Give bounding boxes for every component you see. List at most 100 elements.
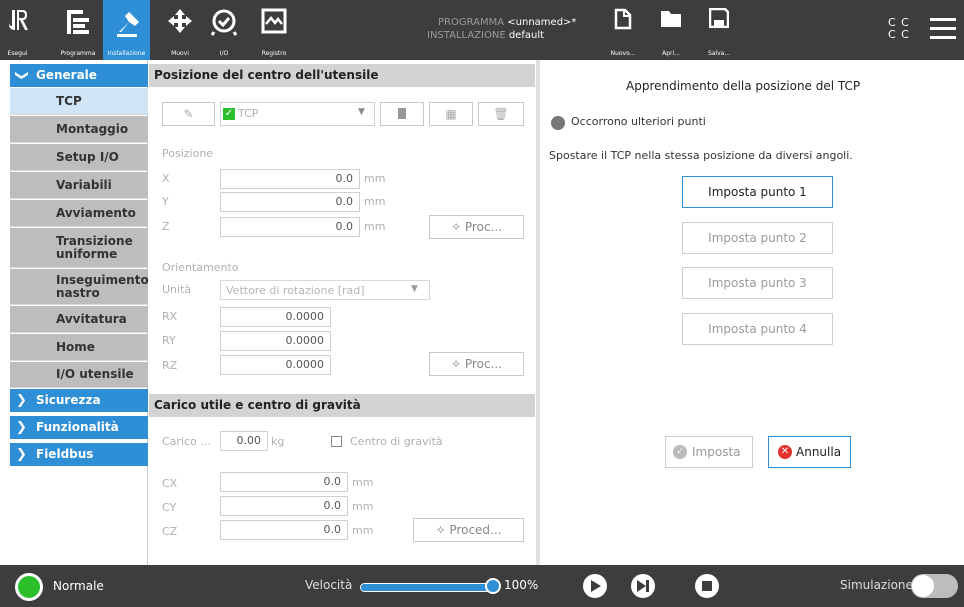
dropdown-arrow-icon: ▼ <box>358 107 365 117</box>
stop-button[interactable] <box>695 574 719 598</box>
payload-unit: kg <box>271 435 285 448</box>
io-icon <box>210 9 238 36</box>
speed-slider-handle[interactable] <box>485 578 501 594</box>
cy-unit: mm <box>352 500 374 513</box>
sidebar-section-funzionalita[interactable]: ❯ Funzionalità <box>10 416 148 439</box>
nav-io[interactable]: I/O <box>204 0 244 60</box>
nav-registro[interactable]: Registro <box>253 0 295 60</box>
simulation-toggle[interactable] <box>911 574 958 598</box>
grid-icon: ▦ <box>445 107 457 121</box>
payload-proc-button[interactable]: ✧ Proced... <box>413 518 524 542</box>
sidebar-section-generale[interactable]: ❯ Generale <box>10 64 148 87</box>
bookmark-icon <box>398 108 406 119</box>
payload-panel-title: Carico utile e centro di gravità <box>149 394 535 417</box>
sidebar-item-transizione-uniforme[interactable]: Transizione uniforme <box>10 228 148 268</box>
cy-field[interactable]: 0.0 <box>220 496 348 516</box>
save-button[interactable]: Salva... <box>701 0 737 60</box>
nav-programma[interactable]: Programma <box>56 0 100 60</box>
installation-icon <box>116 12 139 37</box>
rz-label: RZ <box>162 359 178 372</box>
step-icon <box>637 580 646 592</box>
new-button[interactable]: Nuovo... <box>606 0 640 60</box>
check-circle-icon: ✓ <box>673 445 687 459</box>
chevron-right-icon: ❯ <box>16 447 27 462</box>
annulla-button[interactable]: ✕ Annulla <box>768 436 851 468</box>
y-field[interactable]: 0.0 <box>220 192 360 212</box>
cc-indicator[interactable]: C C C C <box>888 17 910 41</box>
close-circle-icon: ✕ <box>778 445 792 459</box>
simulation-label: Simulazione <box>840 578 913 592</box>
sidebar-section-sicurezza[interactable]: ❯ Sicurezza <box>10 389 148 412</box>
play-button[interactable] <box>583 574 607 598</box>
grid-tcp-button[interactable]: ▦ <box>429 102 473 126</box>
status-dot-icon <box>551 116 565 130</box>
log-icon <box>261 8 287 34</box>
nav-esegui[interactable]: Esegui <box>0 0 35 60</box>
header-bar: Esegui Programma Installazione Muovi I/O… <box>0 0 964 60</box>
sidebar-item-variabili[interactable]: Variabili <box>10 172 148 199</box>
sidebar-item-montaggio[interactable]: Montaggio <box>10 116 148 143</box>
z-field[interactable]: 0.0 <box>220 217 360 237</box>
sidebar-item-inseguimento-nastro[interactable]: Inseguimento nastro <box>10 269 149 305</box>
units-select[interactable]: Vettore di rotazione [rad] ▼ <box>220 280 430 300</box>
teach-panel-title: Apprendimento della posizione del TCP <box>626 79 861 93</box>
hamburger-menu-icon[interactable] <box>930 18 956 39</box>
mode-label: Normale <box>53 579 104 593</box>
position-proc-button[interactable]: ✧ Proc... <box>429 215 524 239</box>
imposta-button[interactable]: ✓ Imposta <box>665 436 753 468</box>
ry-field[interactable]: 0.0000 <box>220 331 331 351</box>
tcp-panel-title: Posizione del centro dell'utensile <box>149 64 535 87</box>
nav-muovi[interactable]: Muovi <box>160 0 200 60</box>
step-button[interactable] <box>631 574 655 598</box>
sidebar-item-avviamento[interactable]: Avviamento <box>10 200 148 227</box>
rx-field[interactable]: 0.0000 <box>220 307 331 327</box>
speed-slider[interactable] <box>360 583 496 592</box>
rx-label: RX <box>162 310 178 323</box>
chevron-down-icon: ❯ <box>13 70 29 81</box>
set-point-2-button[interactable]: Imposta punto 2 <box>682 222 833 254</box>
set-point-1-button[interactable]: Imposta punto 1 <box>682 176 833 208</box>
set-point-3-button[interactable]: Imposta punto 3 <box>682 267 833 299</box>
magic-wand-icon: ✧ <box>435 523 446 537</box>
open-button[interactable]: Apri... <box>654 0 688 60</box>
orientation-label: Orientamento <box>162 261 239 274</box>
program-info: PROGRAMMA <unnamed>* <box>438 17 577 28</box>
set-point-4-button[interactable]: Imposta punto 4 <box>682 313 833 345</box>
sidebar-item-home[interactable]: Home <box>10 334 148 361</box>
nav-installazione[interactable]: Installazione <box>103 0 150 60</box>
cz-label: CZ <box>162 525 178 538</box>
delete-tcp-button[interactable]: 🗑 <box>478 102 524 126</box>
y-label: Y <box>162 195 169 208</box>
y-unit: mm <box>364 195 386 208</box>
edit-tcp-button[interactable]: ✎ <box>162 102 215 126</box>
sidebar-item-setup-io[interactable]: Setup I/O <box>10 144 148 171</box>
folder-icon <box>661 11 681 27</box>
ur-logo-icon <box>8 10 28 30</box>
cy-label: CY <box>162 501 177 514</box>
sidebar-item-io-utensile[interactable]: I/O utensile <box>10 362 148 388</box>
payload-field[interactable]: 0.00 <box>220 431 268 451</box>
cz-field[interactable]: 0.0 <box>220 520 348 540</box>
cog-checkbox[interactable] <box>331 436 342 447</box>
sidebar-item-avvitatura[interactable]: Avvitatura <box>10 306 148 333</box>
tcp-select[interactable]: ✓ TCP ▼ <box>220 102 375 126</box>
robot-status-icon[interactable] <box>15 573 43 601</box>
units-label: Unità <box>162 283 192 296</box>
x-field[interactable]: 0.0 <box>220 169 360 189</box>
tcp-configuration-panel: Posizione del centro dell'utensile ✎ ✓ T… <box>149 60 536 565</box>
sidebar-item-tcp[interactable]: TCP <box>10 88 148 115</box>
chevron-right-icon: ❯ <box>16 420 27 435</box>
x-label: X <box>162 172 170 185</box>
speed-value: 100% <box>504 578 539 592</box>
z-unit: mm <box>364 220 386 233</box>
rz-field[interactable]: 0.0000 <box>220 355 331 375</box>
instruction-text: Spostare il TCP nella stessa posizione d… <box>549 149 853 162</box>
cx-field[interactable]: 0.0 <box>220 472 348 492</box>
bookmark-tcp-button[interactable] <box>380 102 424 126</box>
position-label: Posizione <box>162 147 214 160</box>
sidebar-section-fieldbus[interactable]: ❯ Fieldbus <box>10 443 148 466</box>
cz-unit: mm <box>352 524 374 537</box>
cx-unit: mm <box>352 476 374 489</box>
orientation-proc-button[interactable]: ✧ Proc... <box>429 352 524 376</box>
footer-bar: Normale Velocità 100% Simulazione <box>0 565 964 607</box>
